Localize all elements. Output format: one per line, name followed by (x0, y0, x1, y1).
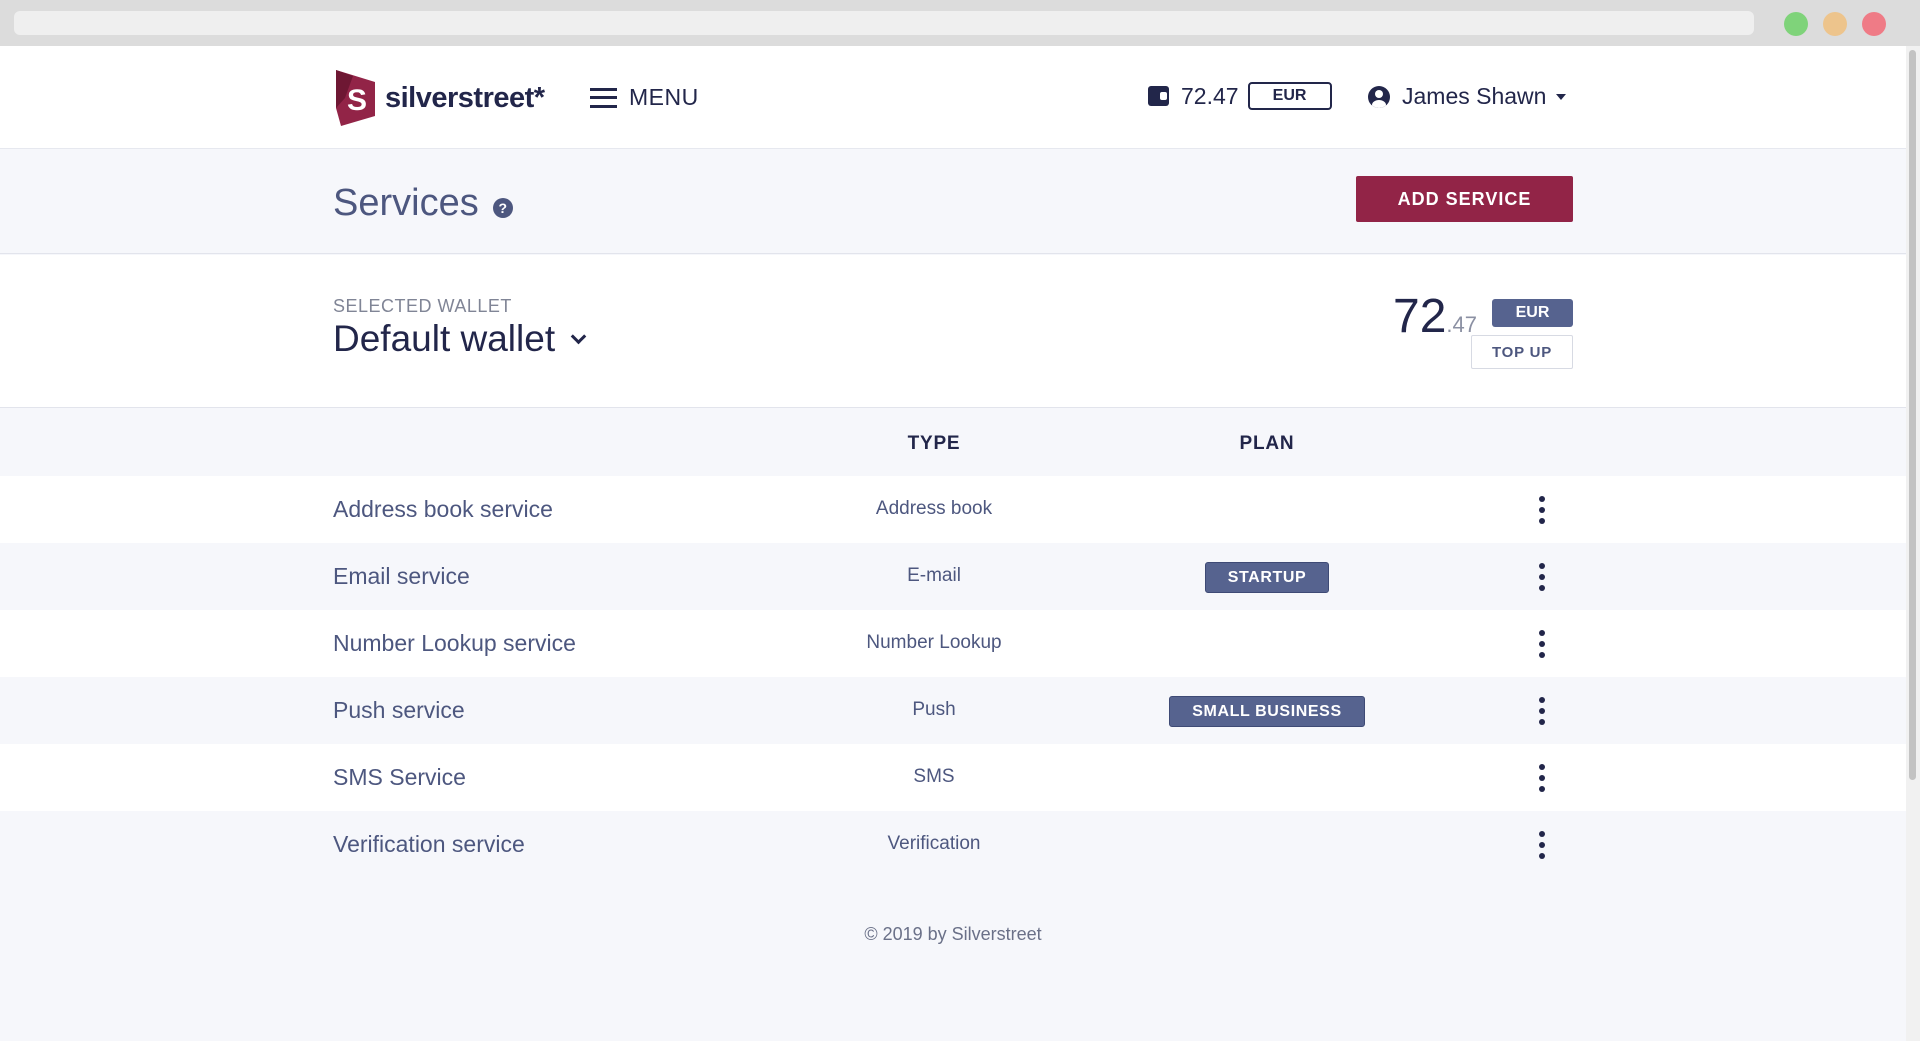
silverstreet-logo-icon: S (336, 70, 375, 126)
wallet-balance-integer: 72 (1393, 290, 1447, 343)
user-account-icon (1368, 85, 1390, 108)
minimize-window-button[interactable] (1823, 12, 1847, 36)
wallet-currency-badge: EUR (1492, 299, 1573, 327)
service-name[interactable]: Verification service (333, 831, 525, 858)
service-type: SMS (913, 766, 955, 787)
services-table-body: Address book service Address book Email … (0, 476, 1906, 878)
header-balance: 72.47 EUR (1148, 82, 1332, 110)
table-row[interactable]: Push service Push SMALL BUSINESS (0, 677, 1906, 744)
wallet-icon (1148, 86, 1169, 106)
more-options-icon[interactable] (1533, 496, 1551, 524)
wallet-selector[interactable]: Default wallet (333, 318, 587, 360)
title-band: Services ? ADD SERVICE (0, 150, 1906, 254)
more-options-icon[interactable] (1533, 630, 1551, 658)
selected-wallet-label: SELECTED WALLET (333, 296, 512, 316)
wallet-balance: 72 .47 (1393, 289, 1477, 344)
help-icon[interactable]: ? (492, 197, 513, 218)
brand-wordmark: silverstreet* (385, 81, 545, 114)
user-name: James Shawn (1402, 83, 1547, 109)
table-row[interactable]: SMS Service SMS (0, 744, 1906, 811)
wallet-panel: SELECTED WALLET Default wallet 72 .47 EU… (0, 255, 1906, 408)
service-type: Push (912, 699, 956, 720)
service-type: Number Lookup (866, 632, 1002, 653)
top-up-button[interactable]: TOP UP (1471, 335, 1573, 369)
copyright-text: © 2019 by Silverstreet (864, 924, 1042, 944)
table-row[interactable]: Email service E-mail STARTUP (0, 543, 1906, 610)
user-menu[interactable]: James Shawn (1368, 83, 1567, 110)
top-header: S silverstreet* MENU 72.47 EUR James Sha… (0, 46, 1906, 149)
svg-text:S: S (347, 84, 367, 117)
caret-down-icon (1556, 93, 1567, 100)
more-options-icon[interactable] (1533, 831, 1551, 859)
header-currency-badge: EUR (1247, 82, 1332, 110)
more-options-icon[interactable] (1533, 697, 1551, 725)
close-window-button[interactable] (1862, 12, 1886, 36)
service-type: Address book (875, 498, 993, 519)
service-type: Verification (887, 833, 981, 854)
footer: © 2019 by Silverstreet (0, 924, 1906, 945)
page-scrollbar[interactable] (1906, 46, 1920, 1041)
more-options-icon[interactable] (1533, 764, 1551, 792)
service-name[interactable]: SMS Service (333, 764, 466, 791)
brand-logo[interactable]: S silverstreet* (333, 68, 545, 128)
browser-chrome (0, 0, 1920, 46)
scrollbar-thumb[interactable] (1909, 50, 1916, 780)
maximize-window-button[interactable] (1784, 12, 1808, 36)
page-title-text: Services (333, 182, 479, 224)
table-row[interactable]: Address book service Address book (0, 476, 1906, 543)
column-header-plan: PLAN (1239, 433, 1295, 454)
table-row[interactable]: Number Lookup service Number Lookup (0, 610, 1906, 677)
service-type: E-mail (907, 565, 961, 586)
chevron-down-icon (570, 328, 587, 344)
service-name[interactable]: Number Lookup service (333, 630, 576, 657)
hamburger-icon (590, 87, 617, 108)
address-bar[interactable] (14, 11, 1754, 35)
service-name[interactable]: Email service (333, 563, 470, 590)
service-name[interactable]: Push service (333, 697, 465, 724)
page: S silverstreet* MENU 72.47 EUR James Sha… (0, 46, 1906, 1041)
menu-button[interactable]: MENU (590, 84, 699, 111)
page-title: Services ? (333, 182, 513, 225)
header-balance-amount: 72.47 (1181, 82, 1239, 109)
menu-label: MENU (629, 84, 699, 110)
wallet-name: Default wallet (333, 318, 556, 359)
services-table-header: TYPE PLAN (0, 409, 1906, 476)
table-row[interactable]: Verification service Verification (0, 811, 1906, 878)
add-service-button[interactable]: ADD SERVICE (1356, 176, 1573, 222)
plan-badge: STARTUP (1204, 562, 1330, 593)
service-name[interactable]: Address book service (333, 496, 553, 523)
column-header-type: TYPE (907, 433, 961, 454)
plan-badge: SMALL BUSINESS (1169, 696, 1365, 727)
more-options-icon[interactable] (1533, 563, 1551, 591)
